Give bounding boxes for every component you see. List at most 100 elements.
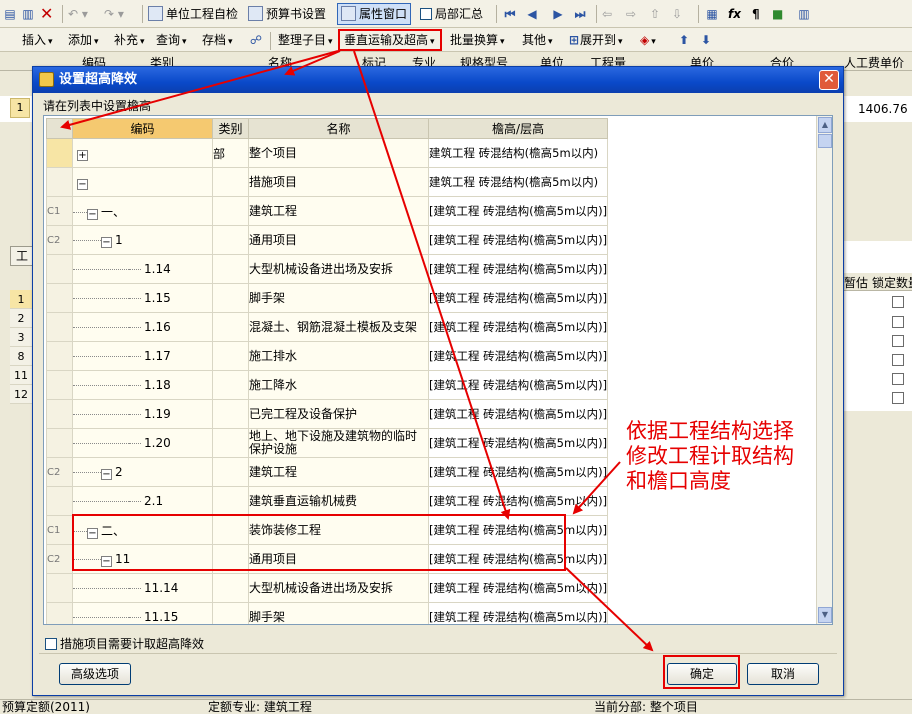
- height-value-cell[interactable]: 建筑工程 砖混结构(檐高5m以内): [427, 167, 609, 197]
- table-row[interactable]: C1− 一、 建筑工程 [建筑工程 砖混结构(檐高5m以内)]: [46, 196, 609, 226]
- table-row[interactable]: C2−1 通用项目 [建筑工程 砖混结构(檐高5m以内)]: [46, 225, 609, 255]
- height-value-cell[interactable]: [建筑工程 砖混结构(檐高5m以内)]: [427, 399, 609, 429]
- checkbox-icon[interactable]: [45, 638, 57, 650]
- collapse-icon[interactable]: −: [87, 208, 98, 220]
- height-value-cell[interactable]: 建筑工程 砖混结构(檐高5m以内): [427, 138, 609, 168]
- book-icon[interactable]: ▥: [796, 4, 812, 24]
- height-value-cell[interactable]: [建筑工程 砖混结构(檐高5m以内)]: [427, 283, 609, 313]
- expand-icon[interactable]: +: [77, 149, 88, 161]
- unit-check-button[interactable]: 单位工程自检: [148, 4, 238, 24]
- archive-menu[interactable]: 存档 ▾: [202, 30, 233, 50]
- table-row[interactable]: − 措施项目 建筑工程 砖混结构(檐高5m以内): [46, 167, 609, 197]
- move-right-icon[interactable]: ⇨: [626, 4, 636, 24]
- row-level-label: [46, 312, 73, 342]
- height-value-cell[interactable]: [建筑工程 砖混结构(檐高5m以内)]: [427, 602, 609, 624]
- height-value-cell[interactable]: [建筑工程 砖混结构(檐高5m以内)]: [427, 457, 609, 487]
- column-header-name[interactable]: 名称: [248, 118, 429, 139]
- lock-qty-checkbox[interactable]: [892, 335, 904, 347]
- arrow-up-icon[interactable]: ⬆: [676, 30, 692, 50]
- scroll-thumb[interactable]: [818, 134, 832, 148]
- lock-qty-checkbox[interactable]: [892, 373, 904, 385]
- code-cell: −2: [72, 457, 213, 487]
- cancel-button[interactable]: 取消: [747, 663, 819, 685]
- advanced-options-button[interactable]: 高级选项: [59, 663, 131, 685]
- height-value-cell[interactable]: [建筑工程 砖混结构(檐高5m以内)]: [427, 573, 609, 603]
- name-cell: 混凝土、钢筋混凝土模板及支架: [248, 312, 429, 342]
- column-header-type[interactable]: 类别: [212, 118, 249, 139]
- dialog-titlebar[interactable]: 设置超高降效 ✕: [33, 67, 843, 93]
- row-level-label: [46, 167, 73, 197]
- insert-menu[interactable]: 插入 ▾: [22, 30, 53, 50]
- table-row[interactable]: 11.14 大型机械设备进出场及安拆 [建筑工程 砖混结构(檐高5m以内)]: [46, 573, 609, 603]
- cube-icon[interactable]: ■: [772, 4, 783, 24]
- table-row[interactable]: 2.1 建筑垂直运输机械费 [建筑工程 砖混结构(檐高5m以内)]: [46, 486, 609, 516]
- table-row[interactable]: 1.15 脚手架 [建筑工程 砖混结构(檐高5m以内)]: [46, 283, 609, 313]
- next-record-icon[interactable]: ▶: [550, 4, 566, 24]
- measure-items-checkbox[interactable]: 措施项目需要计取超高降效: [45, 635, 204, 652]
- table-row[interactable]: 1.14 大型机械设备进出场及安拆 [建筑工程 砖混结构(檐高5m以内)]: [46, 254, 609, 284]
- vertical-scrollbar[interactable]: ▲ ▼: [816, 116, 832, 624]
- type-cell: [212, 225, 249, 255]
- scroll-up-icon[interactable]: ▲: [818, 117, 832, 133]
- batch-convert-menu[interactable]: 批量换算 ▾: [450, 30, 505, 50]
- bottom-panel-tab[interactable]: 工: [10, 246, 34, 266]
- move-down-icon[interactable]: ⇩: [672, 4, 682, 24]
- delete-icon[interactable]: ✕: [40, 4, 53, 24]
- height-value-cell[interactable]: [建筑工程 砖混结构(檐高5m以内)]: [427, 428, 609, 458]
- lock-qty-checkbox[interactable]: [892, 316, 904, 328]
- row-level-label: [46, 254, 73, 284]
- column-header-height[interactable]: 檐高/层高: [427, 118, 609, 139]
- name-cell: 已完工程及设备保护: [248, 399, 429, 429]
- height-value-cell[interactable]: [建筑工程 砖混结构(檐高5m以内)]: [427, 254, 609, 284]
- paste-icon[interactable]: ▤: [2, 4, 18, 24]
- redo-icon[interactable]: ↷ ▾: [104, 4, 124, 24]
- table-row[interactable]: C2−2 建筑工程 [建筑工程 砖混结构(檐高5m以内)]: [46, 457, 609, 487]
- supplement-menu[interactable]: 补充 ▾: [114, 30, 145, 50]
- height-value-cell[interactable]: [建筑工程 砖混结构(檐高5m以内)]: [427, 196, 609, 226]
- attr-window-button[interactable]: 属性窗口: [337, 3, 412, 25]
- calculator-icon[interactable]: ▦: [704, 4, 720, 24]
- move-left-icon[interactable]: ⇦: [602, 4, 612, 24]
- arrow-down-icon[interactable]: ⬇: [698, 30, 714, 50]
- fill-color-icon[interactable]: ◈ ▾: [640, 30, 656, 50]
- clipboard-icon[interactable]: ▥: [20, 4, 36, 24]
- close-icon[interactable]: ✕: [819, 70, 839, 90]
- other-menu[interactable]: 其他 ▾: [522, 30, 553, 50]
- move-up-icon[interactable]: ⇧: [650, 4, 660, 24]
- query-menu[interactable]: 查询 ▾: [156, 30, 187, 50]
- budget-settings-button[interactable]: 预算书设置: [248, 4, 326, 24]
- undo-icon[interactable]: ↶ ▾: [68, 4, 88, 24]
- table-row[interactable]: + 部整个项目 建筑工程 砖混结构(檐高5m以内): [46, 138, 609, 168]
- collapse-icon[interactable]: −: [77, 178, 88, 190]
- table-row[interactable]: 1.18 施工降水 [建筑工程 砖混结构(檐高5m以内)]: [46, 370, 609, 400]
- expand-to-menu[interactable]: ⊞展开到 ▾: [568, 30, 623, 50]
- prev-record-icon[interactable]: ◀: [524, 4, 540, 24]
- lock-qty-checkbox[interactable]: [892, 392, 904, 404]
- table-row[interactable]: 11.15 脚手架 [建筑工程 砖混结构(檐高5m以内)]: [46, 602, 609, 624]
- add-menu[interactable]: 添加 ▾: [68, 30, 99, 50]
- table-row[interactable]: 1.19 已完工程及设备保护 [建筑工程 砖混结构(檐高5m以内)]: [46, 399, 609, 429]
- table-row[interactable]: 1.20 地上、地下设施及建筑物的临时保护设施 [建筑工程 砖混结构(檐高5m以内)…: [46, 428, 609, 458]
- table-row[interactable]: 1.16 混凝土、钢筋混凝土模板及支架 [建筑工程 砖混结构(檐高5m以内)]: [46, 312, 609, 342]
- collapse-icon[interactable]: −: [101, 236, 112, 248]
- table-row[interactable]: 1.17 施工排水 [建筑工程 砖混结构(檐高5m以内)]: [46, 341, 609, 371]
- height-value-cell[interactable]: [建筑工程 砖混结构(檐高5m以内)]: [427, 312, 609, 342]
- row-level-label: C2: [46, 225, 73, 255]
- organize-items-menu[interactable]: 整理子目 ▾: [278, 30, 333, 50]
- collapse-icon[interactable]: −: [101, 468, 112, 480]
- lock-qty-checkbox[interactable]: [892, 296, 904, 308]
- height-value-cell[interactable]: [建筑工程 砖混结构(檐高5m以内)]: [427, 370, 609, 400]
- height-value-cell[interactable]: [建筑工程 砖混结构(檐高5m以内)]: [427, 225, 609, 255]
- height-value-cell[interactable]: [建筑工程 砖混结构(檐高5m以内)]: [427, 341, 609, 371]
- height-value-cell[interactable]: [建筑工程 砖混结构(檐高5m以内)]: [427, 486, 609, 516]
- lock-qty-checkbox[interactable]: [892, 354, 904, 366]
- function-icon[interactable]: fx: [728, 4, 741, 24]
- last-record-icon[interactable]: ⏭: [572, 4, 588, 24]
- paragraph-icon[interactable]: ¶: [752, 4, 760, 24]
- column-header-code[interactable]: 编码: [72, 118, 213, 139]
- binoculars-icon[interactable]: ☍: [248, 30, 264, 50]
- first-record-icon[interactable]: ⏮: [502, 4, 518, 24]
- status-bar: 预算定额(2011) 定额专业: 建筑工程 当前分部: 整个项目: [0, 699, 912, 714]
- scroll-down-icon[interactable]: ▼: [818, 607, 832, 623]
- partial-summary-toggle[interactable]: 局部汇总: [420, 4, 483, 24]
